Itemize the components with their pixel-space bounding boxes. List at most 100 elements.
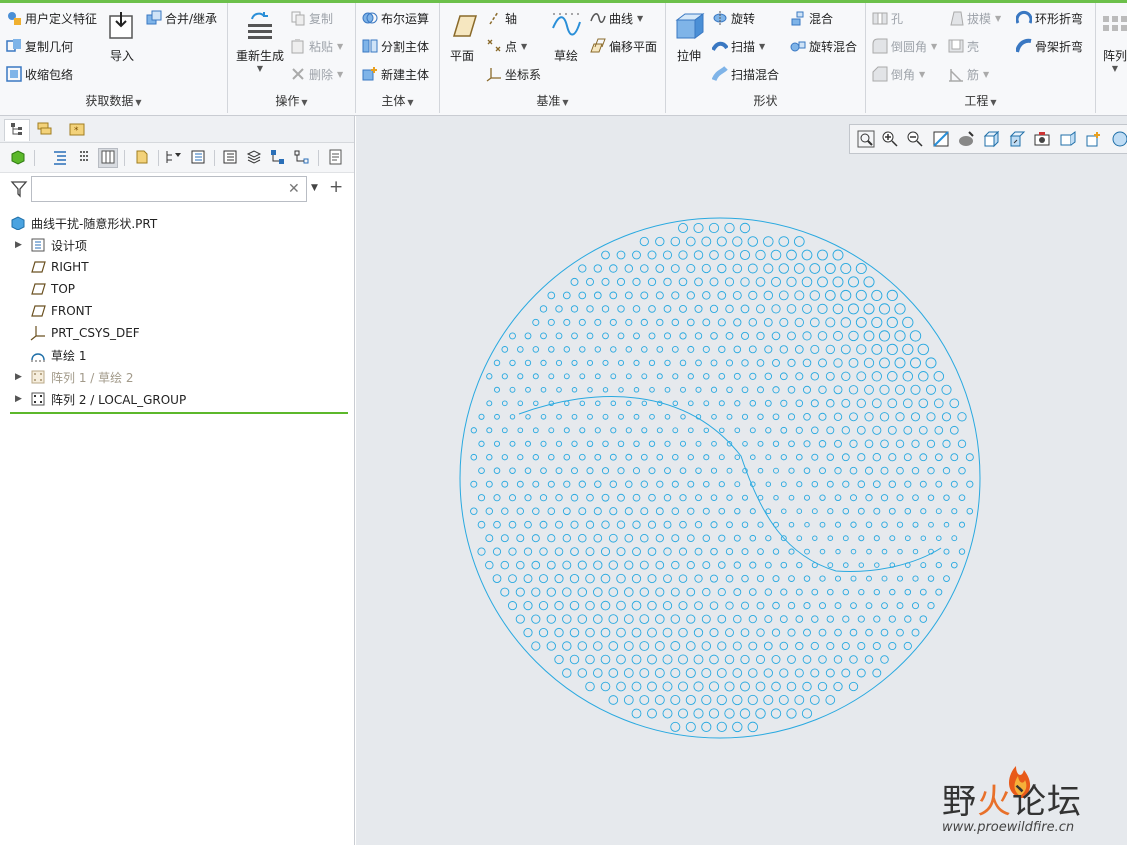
tree-item-right[interactable]: RIGHT (0, 256, 354, 278)
tree-root[interactable]: 曲线干扰-随意形状.PRT (0, 212, 354, 234)
hole-circle (943, 494, 950, 501)
hole-circle (671, 507, 680, 515)
tree-layers-button[interactable] (244, 148, 264, 168)
display-style-button[interactable] (956, 130, 976, 150)
tree-search-input[interactable] (31, 176, 307, 202)
curve-button[interactable]: 曲线 ▼ (590, 7, 643, 29)
toroidal-bend-button[interactable]: 环形折弯 (1016, 7, 1083, 29)
spinal-bend-button[interactable]: 骨架折弯 (1016, 35, 1083, 57)
hole-circle (958, 548, 966, 555)
tab-model-tree[interactable] (4, 119, 30, 141)
expand-icon[interactable]: ▶ (15, 394, 25, 404)
group-label-operations[interactable]: 操作 ▼ (228, 92, 355, 109)
revolve-button[interactable]: 旋转 (712, 7, 755, 29)
tree-collapse-button[interactable] (74, 148, 94, 168)
point-button[interactable]: 点 ▼ (486, 35, 527, 57)
tree-show-button[interactable] (188, 148, 208, 168)
hole-circle (672, 453, 679, 461)
paste-button[interactable]: 粘贴 ▼ (290, 35, 343, 57)
rib-button[interactable]: 筋 ▼ (948, 63, 989, 85)
group-label-datum[interactable]: 基准 ▼ (440, 92, 665, 109)
insert-here-line[interactable] (10, 412, 348, 414)
hole-circle (548, 373, 555, 380)
plus-icon[interactable]: + (329, 177, 343, 197)
draft-button[interactable]: 拔模 ▼ (948, 7, 1001, 29)
chamfer-button[interactable]: 倒角 ▼ (872, 63, 925, 85)
hole-circle (896, 466, 904, 475)
tree-item-front[interactable]: FRONT (0, 300, 354, 322)
repaint-button[interactable] (931, 130, 951, 150)
close-icon[interactable]: ✕ (288, 181, 300, 197)
refit-button[interactable] (856, 130, 876, 150)
hole-circle (748, 641, 758, 651)
tree-item-design-items[interactable]: ▶ 设计项 (0, 234, 354, 256)
datum-display-button[interactable] (1058, 130, 1078, 150)
offset-plane-button[interactable]: 偏移平面 (590, 35, 657, 57)
sketch-button[interactable]: 草绘 (548, 9, 584, 64)
csys-button[interactable]: 坐标系 (486, 63, 541, 85)
tab-layer-tree[interactable] (32, 119, 58, 141)
tree-expand-button[interactable] (50, 148, 70, 168)
group-label-body[interactable]: 主体 ▼ (356, 92, 439, 109)
chevron-down-icon[interactable]: ▼ (311, 183, 318, 193)
blend-button[interactable]: 混合 (790, 7, 833, 29)
tree-structure-button[interactable] (268, 148, 288, 168)
extrude-button[interactable]: 拉伸 (670, 9, 708, 64)
plane-button[interactable]: 平面 (444, 9, 480, 64)
model-view[interactable] (356, 116, 1127, 845)
axis-button[interactable]: 轴 (486, 7, 517, 29)
tree-settings-button[interactable] (132, 148, 152, 168)
datum-plane-icon (30, 281, 46, 297)
copy-button[interactable]: 复制 (290, 7, 333, 29)
zoom-out-button[interactable] (905, 130, 925, 150)
user-defined-feature-button[interactable]: 用户定义特征 (6, 7, 97, 29)
hole-circle (701, 236, 712, 247)
tree-item-csys[interactable]: PRT_CSYS_DEF (0, 322, 354, 344)
perspective-button[interactable] (1032, 130, 1052, 150)
copy-geometry-button[interactable]: 复制几何 (6, 35, 73, 57)
expand-icon[interactable]: ▶ (15, 240, 25, 250)
hole-button[interactable]: 孔 (872, 7, 903, 29)
tree-item-pattern-2[interactable]: ▶ 阵列 2 / LOCAL_GROUP (0, 388, 354, 410)
chevron-down-icon: ▼ (337, 41, 344, 51)
new-body-button[interactable]: 新建主体 (362, 63, 429, 85)
sweep-button[interactable]: 扫描 ▼ (712, 35, 765, 57)
model-tree-panel: * ✕ ▼ + 曲线干扰-随意形状.PRT ▶ 设计项 RIGHT TOP FR… (0, 116, 355, 845)
hole-circle (693, 708, 704, 719)
import-button[interactable]: 导入 (102, 9, 142, 64)
group-label-get-data[interactable]: 获取数据 ▼ (0, 92, 227, 109)
tree-columns-button[interactable] (98, 148, 118, 168)
tree-item-sketch-1[interactable]: 草绘 1 (0, 344, 354, 366)
tree-graph-button[interactable] (292, 148, 312, 168)
round-button[interactable]: 倒圆角 ▼ (872, 35, 937, 57)
tree-report-button[interactable] (326, 148, 346, 168)
show-bodies-button[interactable] (8, 148, 28, 168)
swept-blend-button[interactable]: 扫描混合 (712, 63, 779, 85)
part-icon (10, 215, 26, 231)
merge-inherit-button[interactable]: 合并/继承 (146, 7, 217, 29)
spin-center-button[interactable] (1108, 130, 1127, 150)
zoom-in-button[interactable] (880, 130, 900, 150)
shrinkwrap-button[interactable]: 收缩包络 (6, 63, 73, 85)
hole-circle (695, 359, 702, 367)
group-label-engineering[interactable]: 工程 ▼ (866, 92, 1095, 109)
hole-circle (788, 494, 795, 501)
split-body-button[interactable]: 分割主体 (362, 35, 429, 57)
saved-orientations-button[interactable] (981, 130, 1001, 150)
tree-item-pattern-1[interactable]: ▶ 阵列 1 / 草绘 2 (0, 366, 354, 388)
expand-icon[interactable]: ▶ (15, 372, 25, 382)
tree-item-top[interactable]: TOP (0, 278, 354, 300)
annotation-display-button[interactable] (1083, 130, 1103, 150)
shell-button[interactable]: 壳 (948, 35, 979, 57)
delete-button[interactable]: 删除 ▼ (290, 63, 343, 85)
rotational-blend-button[interactable]: 旋转混合 (790, 35, 857, 57)
tree-filter-button[interactable] (164, 148, 184, 168)
tab-favorites[interactable]: * (64, 119, 90, 141)
tree-columns-list-button[interactable] (220, 148, 240, 168)
boolean-button[interactable]: 布尔运算 (362, 7, 429, 29)
hole-circle (585, 547, 595, 557)
pattern-button[interactable]: 阵列 ▼ (1100, 9, 1127, 73)
view-manager-button[interactable] (1007, 130, 1027, 150)
graphics-window[interactable]: 野火论坛 www.proewildfire.cn (356, 116, 1127, 845)
regenerate-button[interactable]: 重新生成 ▼ (232, 9, 288, 73)
